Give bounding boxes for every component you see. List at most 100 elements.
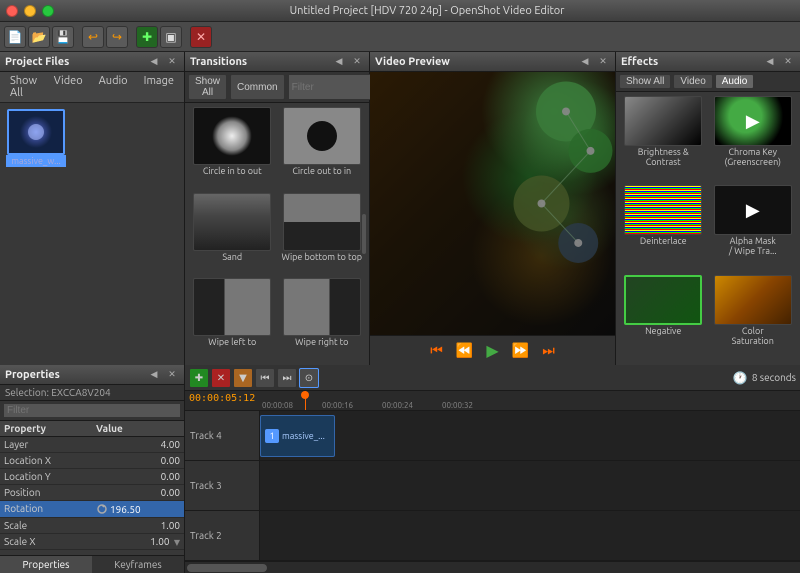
effects-header: Effects ◀ ✕ <box>616 52 800 72</box>
prop-row-rotation[interactable]: Rotation 196.50 <box>0 501 184 518</box>
timeline-cursor[interactable] <box>305 391 306 410</box>
tr-icon-right[interactable]: ✕ <box>350 55 364 69</box>
ef-item-deinterlace[interactable]: Deinterlace <box>620 185 707 271</box>
forward-end-button[interactable]: ⏭ <box>538 340 560 362</box>
tl-clip-1[interactable]: 1 massive_... <box>260 415 335 457</box>
tl-center-btn[interactable]: ⊙ <box>299 368 319 388</box>
tl-jump-end-btn[interactable]: ⏭ <box>277 368 297 388</box>
tr-item-circle-in[interactable]: Circle in to out <box>189 107 276 190</box>
tr-item-wipe-bottom[interactable]: Wipe bottom to top <box>279 193 366 276</box>
tl-filter-btn[interactable]: ▼ <box>233 368 253 388</box>
prop-col-value: Value <box>92 421 184 436</box>
tr-showall-btn[interactable]: Show All <box>188 74 227 100</box>
tr-item-sand[interactable]: Sand <box>189 193 276 276</box>
window-title: Untitled Project [HDV 720 24p] - OpenSho… <box>60 5 794 17</box>
pf-tab-audio[interactable]: Audio <box>93 74 134 100</box>
close-button[interactable] <box>6 5 18 17</box>
tl-tick-0: 00:00:08 <box>260 401 320 410</box>
rewind-start-button[interactable]: ⏮ <box>426 340 448 362</box>
property-tabs: Properties Keyframes <box>0 555 184 573</box>
play-button[interactable]: ▶ <box>482 340 504 362</box>
file-item[interactable]: massive_w... <box>6 109 66 167</box>
prop-val-rotation[interactable]: 196.50 <box>92 501 184 517</box>
tr-item-wipe-right[interactable]: Wipe right to <box>279 278 366 361</box>
ef-tab-video[interactable]: Video <box>673 74 712 89</box>
tl-tick-3: 00:00:32 <box>440 401 500 410</box>
timeline-scrollbar[interactable] <box>185 561 800 573</box>
pf-tab-showall[interactable]: Show All <box>4 74 44 100</box>
forward-button[interactable]: ⏩ <box>510 340 532 362</box>
tl-track-3-content[interactable] <box>260 461 800 510</box>
bottom-panels: Properties ◀ ✕ Selection: EXCCA8V204 Pro… <box>0 365 800 573</box>
properties-header: Properties ◀ ✕ <box>0 365 184 385</box>
ef-label-colorsat: ColorSaturation <box>732 326 774 346</box>
transitions-title: Transitions <box>190 56 328 68</box>
tl-track-4-content[interactable]: 1 massive_... <box>260 411 800 460</box>
prop-row-layer[interactable]: Layer 4.00 <box>0 437 184 453</box>
add-button[interactable]: ✚ <box>136 26 158 48</box>
timeline-timecode: 00:00:05:12 <box>189 393 255 404</box>
tl-track-2: Track 2 <box>185 511 800 561</box>
effects-tabs: Show All Video Audio <box>616 72 800 92</box>
ef-icon-right[interactable]: ✕ <box>781 55 795 69</box>
prop-tab-keyframes[interactable]: Keyframes <box>92 556 184 573</box>
tl-add-track-btn[interactable]: ✚ <box>189 368 209 388</box>
prop-row-locx[interactable]: Location X 0.00 <box>0 453 184 469</box>
video-overlay-svg <box>370 72 615 335</box>
prop-row-scalex[interactable]: Scale X 1.00 ▼ <box>0 534 184 550</box>
open-button[interactable]: 📂 <box>28 26 50 48</box>
record-button[interactable]: ▣ <box>160 26 182 48</box>
tr-icon-left[interactable]: ◀ <box>332 55 346 69</box>
video-preview-title: Video Preview <box>375 56 574 68</box>
tl-remove-track-btn[interactable]: ✕ <box>211 368 231 388</box>
new-button[interactable]: 📄 <box>4 26 26 48</box>
pf-icon-left[interactable]: ◀ <box>147 55 161 69</box>
transitions-filter-bar: Show All Common <box>185 72 369 103</box>
properties-title: Properties <box>5 369 143 381</box>
tr-thumb-circle-in <box>193 107 271 165</box>
ef-item-chroma[interactable]: Chroma Key(Greenscreen) <box>710 96 797 182</box>
pf-tab-image[interactable]: Image <box>138 74 180 100</box>
ef-tab-audio[interactable]: Audio <box>715 74 755 89</box>
ef-item-alpha[interactable]: Alpha Mask/ Wipe Tra... <box>710 185 797 271</box>
tr-common-btn[interactable]: Common <box>230 74 285 100</box>
rewind-button[interactable]: ⏪ <box>454 340 476 362</box>
prop-icon-right[interactable]: ✕ <box>165 368 179 382</box>
transitions-header: Transitions ◀ ✕ <box>185 52 369 72</box>
tr-item-circle-out[interactable]: Circle out to in <box>279 107 366 190</box>
property-filter-input[interactable] <box>3 403 181 418</box>
tl-track-2-content[interactable] <box>260 511 800 560</box>
redo-button[interactable]: ↪ <box>106 26 128 48</box>
tl-jump-start-btn[interactable]: ⏮ <box>255 368 275 388</box>
timeline-time-info: 🕐 8 seconds <box>733 371 796 385</box>
pf-tab-video[interactable]: Video <box>48 74 89 100</box>
undo-button[interactable]: ↩ <box>82 26 104 48</box>
vp-icon-left[interactable]: ◀ <box>578 55 592 69</box>
prop-row-scale[interactable]: Scale 1.00 <box>0 518 184 534</box>
close-project-button[interactable]: ✕ <box>190 26 212 48</box>
timeline-tracks: Track 4 1 massive_... Track 3 Track 2 <box>185 411 800 561</box>
ef-tab-showall[interactable]: Show All <box>619 74 671 89</box>
prop-row-locy[interactable]: Location Y 0.00 <box>0 469 184 485</box>
ef-item-brightness[interactable]: Brightness &Contrast <box>620 96 707 182</box>
tr-item-wipe-left[interactable]: Wipe left to <box>189 278 276 361</box>
timeline-ruler-container: 00:00:05:12 00:00:08 00:00:16 00:00:24 0… <box>185 391 800 411</box>
project-files-grid: massive_w... <box>0 103 184 173</box>
minimize-button[interactable] <box>24 5 36 17</box>
vp-icon-right[interactable]: ✕ <box>596 55 610 69</box>
timeline-ruler: 00:00:05:12 00:00:08 00:00:16 00:00:24 0… <box>185 391 800 411</box>
maximize-button[interactable] <box>42 5 54 17</box>
ef-item-negative[interactable]: Negative <box>620 275 707 361</box>
ef-item-colorsat[interactable]: ColorSaturation <box>710 275 797 361</box>
prop-icon-left[interactable]: ◀ <box>147 368 161 382</box>
save-button[interactable]: 💾 <box>52 26 74 48</box>
tr-scrollbar[interactable] <box>361 103 367 365</box>
prop-key-locy: Location Y <box>0 469 92 484</box>
prop-tab-properties[interactable]: Properties <box>0 556 92 573</box>
ef-thumb-deinterlace <box>624 185 702 235</box>
cursor-head <box>301 391 309 399</box>
ef-icon-left[interactable]: ◀ <box>763 55 777 69</box>
prop-row-position[interactable]: Position 0.00 <box>0 485 184 501</box>
ef-label-alpha: Alpha Mask/ Wipe Tra... <box>729 236 777 256</box>
pf-icon-right[interactable]: ✕ <box>165 55 179 69</box>
